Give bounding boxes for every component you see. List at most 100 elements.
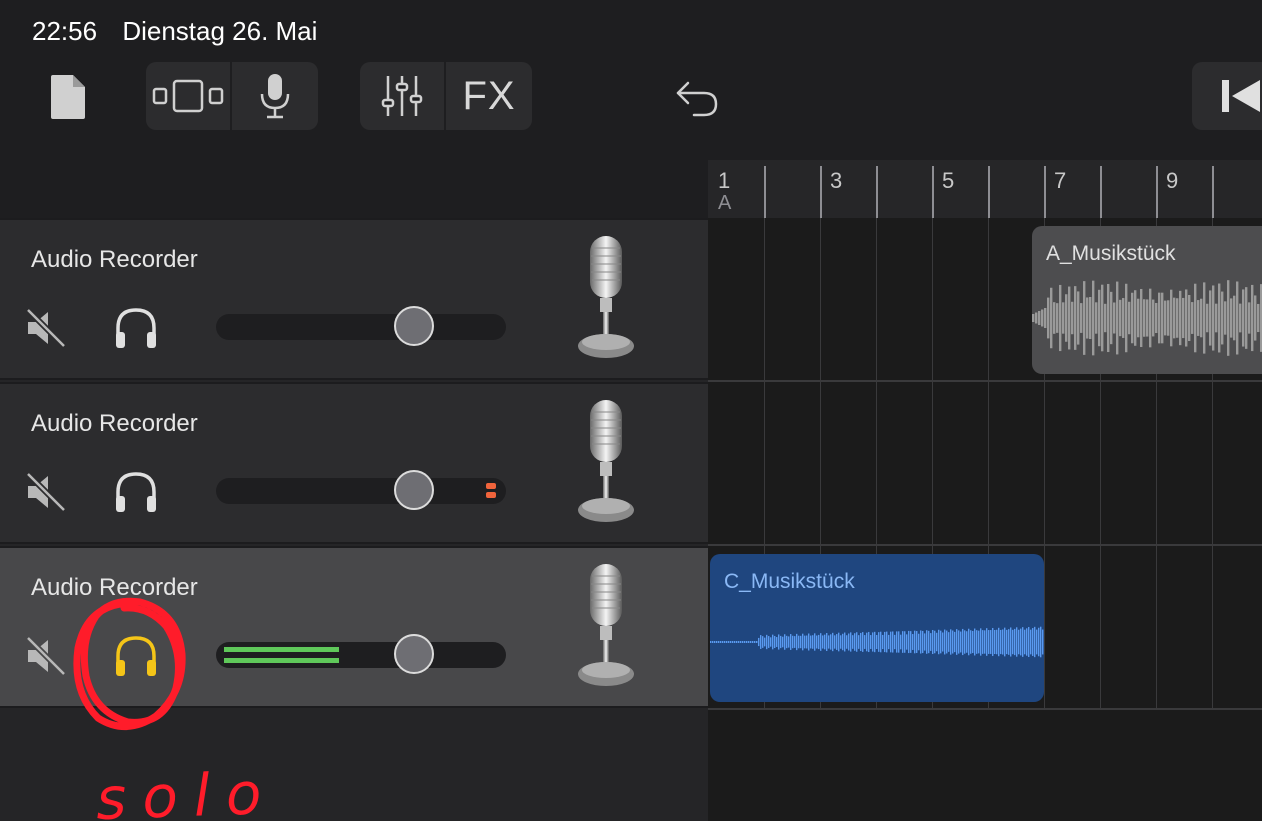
volume-slider[interactable] xyxy=(216,478,506,504)
ruler-label: 9 xyxy=(1166,168,1179,193)
ruler-tick xyxy=(988,166,990,218)
headphones-icon[interactable] xyxy=(112,304,160,352)
headphones-icon[interactable] xyxy=(112,468,160,516)
waveform-bar xyxy=(796,633,798,651)
ruler-tick xyxy=(932,166,934,218)
waveform-bar xyxy=(726,641,728,643)
waveform-bar xyxy=(784,634,786,650)
volume-slider[interactable] xyxy=(216,314,506,340)
waveform-bar xyxy=(1050,287,1053,349)
microphone-instrument-icon[interactable] xyxy=(576,234,636,362)
mute-icon[interactable] xyxy=(24,306,68,350)
waveform-bar xyxy=(730,641,732,643)
track-header[interactable]: Audio Recorder xyxy=(0,218,708,380)
waveform-bar xyxy=(1194,283,1197,353)
ruler-tick xyxy=(820,166,822,218)
audio-region[interactable]: A_Musikstück xyxy=(1032,226,1262,374)
volume-knob[interactable] xyxy=(394,634,434,674)
waveform-bar xyxy=(918,633,920,651)
track-name[interactable]: Audio Recorder xyxy=(31,246,198,274)
waveform-bar xyxy=(1140,288,1143,348)
waveform-bar xyxy=(794,636,796,648)
waveform-bar xyxy=(920,630,922,654)
waveform-bar xyxy=(1092,280,1095,356)
volume-knob[interactable] xyxy=(394,470,434,510)
track-name[interactable]: Audio Recorder xyxy=(31,410,198,438)
track-header[interactable]: Audio Recorder xyxy=(0,382,708,544)
microphone-instrument-icon[interactable] xyxy=(576,562,636,690)
ruler-tick xyxy=(876,166,878,218)
waveform-bar xyxy=(814,633,816,651)
waveform-bar xyxy=(1016,627,1018,657)
fx-button[interactable]: FX xyxy=(446,62,532,130)
audio-region[interactable]: C_Musikstück xyxy=(710,554,1044,702)
waveform xyxy=(710,626,1044,658)
waveform-bar xyxy=(842,633,844,651)
waveform-bar xyxy=(1146,299,1149,337)
waveform-bar xyxy=(718,641,720,643)
waveform-bar xyxy=(1089,296,1092,340)
mute-icon[interactable] xyxy=(24,470,68,514)
waveform-bar xyxy=(890,631,892,653)
ruler-tick xyxy=(1100,166,1102,218)
waveform-bar xyxy=(756,641,758,643)
waveform-bar xyxy=(792,635,794,649)
waveform-bar xyxy=(830,634,832,650)
annotation-circle xyxy=(73,597,186,730)
microphone-instrument-icon[interactable] xyxy=(576,398,636,526)
waveform-bar xyxy=(854,633,856,651)
waveform-bar xyxy=(1104,303,1107,333)
waveform-bar xyxy=(1155,302,1158,334)
waveform-bar xyxy=(778,634,780,650)
waveform-bar xyxy=(1167,300,1170,336)
waveform-bar xyxy=(712,641,714,643)
section-label: A xyxy=(718,192,732,214)
waveform-bar xyxy=(1056,303,1059,333)
waveform-bar xyxy=(956,629,958,655)
waveform-bar xyxy=(906,634,908,650)
waveform-bar xyxy=(972,630,974,654)
waveform-bar xyxy=(986,628,988,656)
waveform-bar xyxy=(734,641,736,643)
waveform-bar xyxy=(908,630,910,654)
waveform-bar xyxy=(790,634,792,650)
waveform-bar xyxy=(980,628,982,656)
level-meter xyxy=(224,647,339,663)
waveform-bar xyxy=(950,629,952,655)
ruler-label: 1 xyxy=(718,168,731,193)
waveform-bar xyxy=(974,628,976,656)
volume-knob[interactable] xyxy=(394,306,434,346)
waveform-bar xyxy=(870,635,872,649)
waveform-bar xyxy=(1257,303,1260,333)
waveform-bar xyxy=(1125,283,1128,353)
waveform-bar xyxy=(1002,629,1004,655)
waveform-bar xyxy=(998,627,1000,657)
waveform-bar xyxy=(904,631,906,653)
waveform-bar xyxy=(884,631,886,653)
microphone-icon[interactable] xyxy=(232,62,318,130)
waveform-bar xyxy=(1152,299,1155,337)
ruler-tick xyxy=(764,166,766,218)
waveform-bar xyxy=(872,632,874,652)
waveform-bar xyxy=(882,634,884,650)
document-icon[interactable] xyxy=(46,72,90,122)
waveform-bar xyxy=(1083,281,1086,355)
mixer-sliders-icon[interactable] xyxy=(360,62,444,130)
waveform-bar xyxy=(1041,309,1044,327)
waveform-bar xyxy=(1143,299,1146,337)
waveform-bar xyxy=(938,629,940,655)
bar-ruler[interactable]: 1 A 3 5 7 9 xyxy=(708,160,1262,218)
volume-slider[interactable] xyxy=(216,642,506,668)
waveform-bar xyxy=(946,630,948,654)
waveform-bar xyxy=(1185,289,1188,347)
waveform-bar xyxy=(1200,298,1203,338)
tracks-view-icon[interactable] xyxy=(146,62,230,130)
mute-icon[interactable] xyxy=(24,634,68,678)
waveform-bar xyxy=(932,629,934,655)
waveform-bar xyxy=(1032,628,1034,656)
undo-icon[interactable] xyxy=(672,74,722,120)
go-to-start-icon[interactable] xyxy=(1192,62,1262,130)
waveform-bar xyxy=(1053,302,1056,334)
waveform-bar xyxy=(1236,281,1239,355)
waveform-bar xyxy=(1197,300,1200,336)
